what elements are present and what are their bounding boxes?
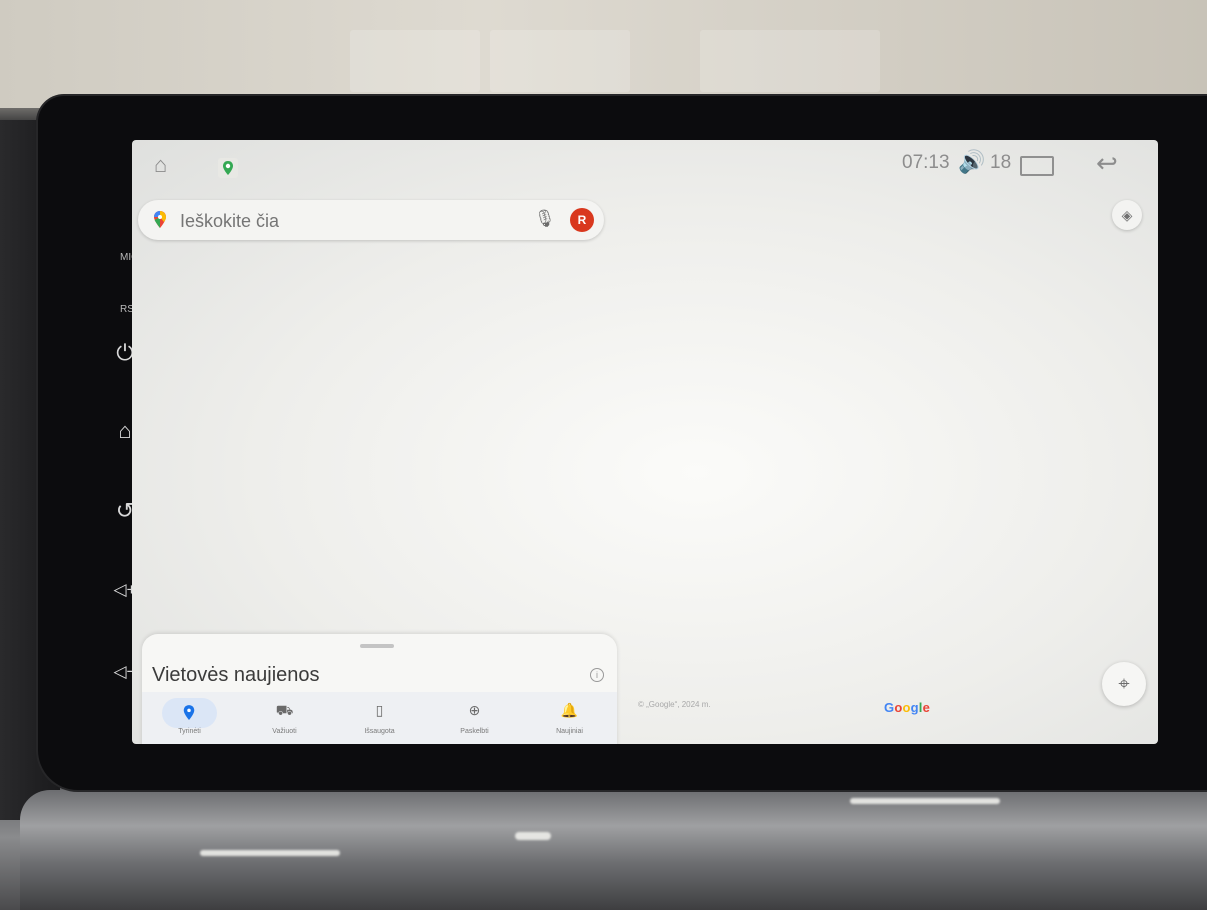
status-bar: ⌂ 07:13 🔊 18 ↩ bbox=[132, 140, 1158, 186]
recent-apps-icon[interactable] bbox=[1020, 156, 1054, 176]
bell-icon: 🔔 bbox=[560, 702, 579, 718]
maps-app-icon[interactable] bbox=[218, 158, 238, 178]
logo-letter: o bbox=[902, 700, 911, 715]
maps-pin-icon bbox=[154, 211, 166, 228]
tab-contribute[interactable]: ⊕ Paskelbti bbox=[427, 692, 522, 744]
tab-label: Tyrinėti bbox=[178, 728, 201, 735]
tab-updates[interactable]: 🔔 Naujiniai bbox=[522, 692, 617, 744]
commute-icon: ⛟ bbox=[275, 702, 294, 718]
touchscreen: ⌂ 07:13 🔊 18 ↩ 🎙 R ◈ ⌖ © „Google“, 2024 … bbox=[132, 140, 1158, 744]
tab-label: Važiuoti bbox=[272, 728, 297, 735]
avatar[interactable]: R bbox=[570, 208, 594, 232]
background-wall bbox=[0, 0, 1207, 108]
bookmark-icon: ▯ bbox=[375, 702, 384, 718]
layers-button[interactable]: ◈ bbox=[1112, 200, 1142, 230]
map-copyright: © „Google“, 2024 m. bbox=[638, 700, 711, 709]
search-input[interactable] bbox=[178, 208, 542, 234]
explore-pin-icon bbox=[183, 705, 195, 720]
clock: 07:13 bbox=[902, 152, 950, 173]
search-bar[interactable]: 🎙 R bbox=[138, 200, 604, 240]
wall-panel bbox=[490, 30, 630, 92]
reflection bbox=[515, 832, 551, 840]
layers-icon: ◈ bbox=[1121, 207, 1133, 223]
tab-label: Paskelbti bbox=[460, 728, 489, 735]
sheet-title: Vietovės naujienos bbox=[152, 664, 320, 686]
google-logo: Google bbox=[884, 700, 930, 715]
tab-saved[interactable]: ▯ Išsaugota bbox=[332, 692, 427, 744]
back-arrow-icon[interactable]: ↩ bbox=[1096, 148, 1118, 179]
bottom-sheet[interactable]: Vietovės naujienos i Tyrinėti ⛟ Važiuoti… bbox=[142, 634, 617, 744]
volume-icon[interactable]: 🔊 bbox=[958, 149, 985, 175]
location-target-icon: ⌖ bbox=[1118, 673, 1130, 695]
drag-handle[interactable] bbox=[360, 644, 394, 648]
navigation-tabs: Tyrinėti ⛟ Važiuoti ▯ Išsaugota ⊕ Paskel… bbox=[142, 692, 617, 744]
reflection bbox=[850, 798, 1000, 804]
info-icon[interactable]: i bbox=[590, 668, 604, 682]
my-location-button[interactable]: ⌖ bbox=[1102, 662, 1146, 706]
microphone-icon[interactable]: 🎙 bbox=[534, 209, 556, 229]
reflection bbox=[200, 850, 340, 856]
logo-letter: G bbox=[884, 700, 895, 715]
logo-letter: g bbox=[910, 700, 919, 715]
volume-level: 18 bbox=[990, 152, 1012, 173]
home-icon[interactable]: ⌂ bbox=[154, 152, 167, 178]
tab-label: Išsaugota bbox=[364, 728, 395, 735]
dashboard-trim bbox=[20, 790, 1207, 910]
tab-explore[interactable]: Tyrinėti bbox=[142, 692, 237, 744]
logo-letter: e bbox=[922, 700, 931, 715]
wall-panel bbox=[700, 30, 880, 92]
tab-label: Naujiniai bbox=[556, 728, 583, 735]
wall-panel bbox=[350, 30, 480, 92]
add-circle-icon: ⊕ bbox=[468, 702, 481, 718]
maps-pin-icon bbox=[223, 161, 233, 175]
tab-drive[interactable]: ⛟ Važiuoti bbox=[237, 692, 332, 744]
